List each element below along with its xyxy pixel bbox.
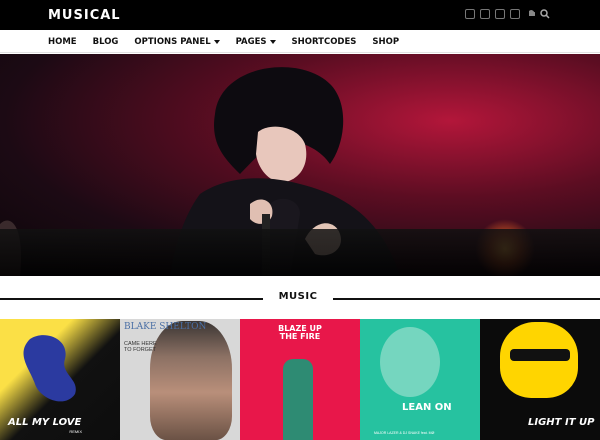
album-title: LEAN ON	[402, 402, 452, 413]
album-artist: BLAKE SHELTON	[124, 322, 207, 332]
album-title: CAME HERE TO FORGET	[124, 341, 157, 353]
section-title: MUSIC	[278, 291, 318, 302]
youtube-icon[interactable]	[510, 9, 520, 19]
album-card-light-it-up[interactable]: LIGHT IT UP	[480, 319, 600, 440]
album-art-glasses	[510, 349, 570, 361]
album-art	[380, 327, 440, 397]
nav-label: OPTIONS PANEL	[134, 36, 211, 47]
soundcloud-icon[interactable]	[525, 9, 535, 19]
chevron-down-icon	[269, 39, 276, 44]
artist-photo	[150, 321, 232, 440]
site-logo[interactable]: MUSICAL	[48, 8, 121, 23]
nav-pages[interactable]: PAGES	[236, 37, 276, 47]
album-card-blaze-up-the-fire[interactable]: BLAZE UP THE FIRE	[240, 319, 360, 440]
instagram-icon[interactable]	[495, 9, 505, 19]
nav-label: PAGES	[235, 36, 267, 47]
album-subtitle: REMIX	[69, 429, 82, 434]
nav-label: BLOG	[92, 36, 119, 47]
facebook-icon[interactable]	[465, 9, 475, 19]
chevron-down-icon	[213, 39, 220, 44]
top-bar: MUSICAL	[0, 0, 600, 30]
hero-image	[0, 54, 600, 276]
social-icons	[465, 9, 550, 19]
album-title: ALL MY LOVE	[8, 417, 82, 428]
album-card-all-my-love[interactable]: ALL MY LOVE REMIX	[0, 319, 120, 440]
divider	[0, 298, 263, 300]
search-icon[interactable]	[540, 9, 550, 19]
nav-shortcodes[interactable]: SHORTCODES	[292, 37, 357, 47]
album-title: LIGHT IT UP	[528, 417, 595, 428]
music-section-header: MUSIC	[0, 288, 600, 308]
album-card-lean-on[interactable]: LEAN ON MAJOR LAZER & DJ SNAKE feat. MØ	[360, 319, 480, 440]
nav-home[interactable]: HOME	[48, 37, 77, 47]
main-navigation: HOME BLOG OPTIONS PANEL PAGES SHORTCODES…	[0, 30, 600, 53]
album-subtitle: MAJOR LAZER & DJ SNAKE feat. MØ	[374, 431, 435, 435]
twitter-icon[interactable]	[480, 9, 490, 19]
album-title: BLAZE UP THE FIRE	[278, 324, 322, 341]
nav-label: HOME	[48, 36, 77, 47]
nav-label: SHORTCODES	[291, 36, 357, 47]
nav-label: SHOP	[372, 36, 400, 47]
album-card-came-here-to-forget[interactable]: BLAKE SHELTON CAME HERE TO FORGET	[120, 319, 240, 440]
divider	[333, 298, 600, 300]
album-art	[283, 359, 313, 440]
album-grid: ALL MY LOVE REMIX BLAKE SHELTON CAME HER…	[0, 319, 600, 440]
nav-blog[interactable]: BLOG	[93, 37, 119, 47]
nav-options-panel[interactable]: OPTIONS PANEL	[134, 36, 220, 47]
nav-shop[interactable]: SHOP	[372, 37, 399, 47]
stage-equipment	[0, 229, 600, 276]
